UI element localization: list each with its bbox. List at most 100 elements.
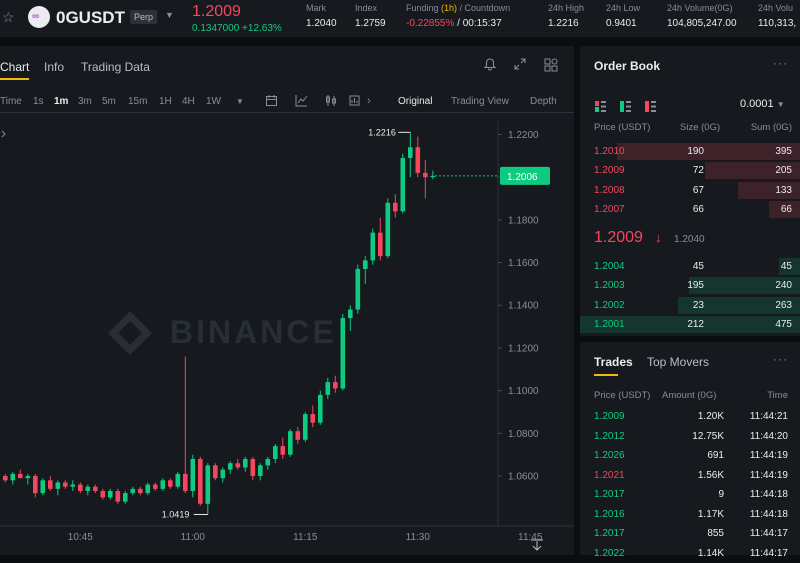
candle-body (115, 490, 121, 502)
precision-select[interactable]: 0.0001 ▼ (740, 98, 785, 110)
interval-5m[interactable]: 5m (102, 96, 116, 107)
mid-price: 1.2009 (594, 229, 643, 246)
low-label: 1.0419 (162, 509, 190, 519)
interval-1m[interactable]: 1m (54, 96, 68, 107)
ask-row[interactable]: 1.2009 72 205 (580, 161, 800, 180)
stat-mark[interactable]: Mark 1.2040 (306, 3, 337, 29)
interval-15m[interactable]: 15m (128, 96, 147, 107)
candle-body (40, 480, 46, 494)
view-depth[interactable]: Depth (530, 96, 557, 107)
more-intervals-chevron-icon[interactable]: ▼ (236, 97, 244, 106)
layout-icon[interactable] (543, 57, 559, 73)
y-tick-label: 1.1400 (508, 301, 539, 312)
tab-trading-data[interactable]: Trading Data (81, 60, 150, 74)
view-trading-view[interactable]: Trading View (451, 96, 509, 107)
y-tick-label: 1.1600 (508, 258, 539, 269)
stat-funding[interactable]: Funding (1h) / Countdown -0.22855% / 00:… (406, 3, 510, 29)
candle-body (78, 484, 83, 491)
book-asks-only-icon[interactable] (645, 99, 656, 112)
order-sum: 133 (775, 184, 792, 196)
expand-icon[interactable] (512, 57, 528, 73)
stat-label: 24h Volu (758, 3, 794, 13)
bid-row[interactable]: 1.2004 45 45 (580, 257, 800, 276)
tab-top-movers[interactable]: Top Movers (647, 355, 709, 369)
candle-body (340, 318, 346, 389)
candlestick-chart[interactable]: 1.22001.20001.18001.16001.14001.12001.10… (0, 121, 574, 555)
book-bids-only-icon[interactable] (620, 99, 631, 112)
favorite-star-icon[interactable]: ☆ (2, 9, 18, 25)
candle-body (265, 458, 271, 466)
candle-body (153, 484, 158, 489)
trade-price: 1.2017 (594, 528, 625, 539)
bid-row[interactable]: 1.2003 195 240 (580, 276, 800, 295)
trade-row[interactable]: 1.2016 1.17K 11:44:18 (580, 505, 800, 524)
ask-row[interactable]: 1.2007 66 66 (580, 200, 800, 219)
interval-1h[interactable]: 1H (159, 96, 172, 107)
order-price: 1.2002 (594, 299, 625, 311)
tab-chart[interactable]: Chart (0, 60, 30, 80)
chevron-right-icon[interactable]: › (362, 94, 376, 108)
candle-body (393, 202, 398, 212)
candle-body (355, 268, 361, 310)
candle-body (333, 382, 338, 389)
trade-row[interactable]: 1.2009 1.20K 11:44:21 (580, 407, 800, 426)
ask-row[interactable]: 1.2010 190 395 (580, 142, 800, 161)
stat-label: 24h Low (606, 3, 641, 13)
trade-row[interactable]: 1.2012 12.75K 11:44:20 (580, 427, 800, 446)
interval-4h[interactable]: 4H (182, 96, 195, 107)
y-tick-label: 1.1800 (508, 215, 539, 226)
order-price: 1.2010 (594, 146, 625, 157)
trade-row[interactable]: 1.2017 9 11:44:18 (580, 485, 800, 504)
trade-row[interactable]: 1.2022 1.14K 11:44:17 (580, 544, 800, 563)
interval-time[interactable]: Time (0, 96, 22, 107)
binance-logo-icon (108, 311, 152, 355)
candle-body (235, 463, 241, 468)
interval-1w[interactable]: 1W (206, 96, 221, 107)
token-logo-icon: ∞ (28, 6, 50, 28)
candle-body (205, 465, 211, 504)
view-original[interactable]: Original (398, 96, 432, 107)
trade-row[interactable]: 1.2021 1.56K 11:44:19 (580, 466, 800, 485)
tab-trades[interactable]: Trades (594, 355, 633, 376)
candle-body (385, 202, 391, 257)
drawing-tools-icon[interactable] (347, 94, 361, 108)
trade-time: 11:44:19 (749, 469, 788, 481)
symbol-name[interactable]: 0GUSDT (56, 8, 125, 28)
trade-row[interactable]: 1.2026 691 11:44:19 (580, 446, 800, 465)
book-both-sides-icon[interactable] (595, 99, 606, 112)
order-price: 1.2003 (594, 280, 625, 292)
stat-24h-volume-base[interactable]: 24h Volume(0G) 104,805,247.00 (667, 3, 737, 29)
trade-price: 1.2022 (594, 547, 625, 559)
trade-time: 11:44:19 (749, 450, 788, 461)
more-options-icon[interactable]: ··· (773, 352, 788, 366)
y-tick-label: 1.1200 (508, 343, 539, 354)
stat-24h-volume-quote[interactable]: 24h Volu 110,313, (758, 3, 796, 29)
stat-label: 24h Volume(0G) (667, 3, 733, 13)
bid-row[interactable]: 1.2001 212 475 (580, 315, 800, 334)
candle-body (250, 458, 256, 477)
x-tick-label: 11:45 (518, 532, 543, 543)
chart-type-icon[interactable] (324, 94, 338, 108)
candle-body (108, 490, 113, 498)
more-options-icon[interactable]: ··· (773, 56, 788, 70)
stat-24h-low[interactable]: 24h Low 0.9401 (606, 3, 640, 29)
trade-price: 1.2009 (594, 411, 625, 422)
trade-row[interactable]: 1.2017 855 11:44:17 (580, 524, 800, 543)
candle-body (190, 458, 196, 491)
indicator-icon[interactable] (294, 94, 308, 108)
bid-row[interactable]: 1.2002 23 263 (580, 296, 800, 315)
ask-row[interactable]: 1.2008 67 133 (580, 181, 800, 200)
calendar-icon[interactable] (264, 94, 278, 108)
tab-info[interactable]: Info (44, 60, 64, 74)
candle-body (220, 469, 226, 479)
bell-icon[interactable] (482, 57, 498, 73)
column-header-price: Price (USDT) (594, 390, 651, 401)
interval-1s[interactable]: 1s (33, 96, 44, 107)
candle-body (138, 488, 143, 494)
order-sum: 205 (775, 165, 792, 177)
chevron-right-icon[interactable] (1, 130, 6, 138)
chevron-down-icon[interactable]: ▼ (165, 10, 174, 20)
stat-index[interactable]: Index 1.2759 (355, 3, 386, 29)
interval-3m[interactable]: 3m (78, 96, 92, 107)
stat-24h-high[interactable]: 24h High 1.2216 (548, 3, 584, 29)
